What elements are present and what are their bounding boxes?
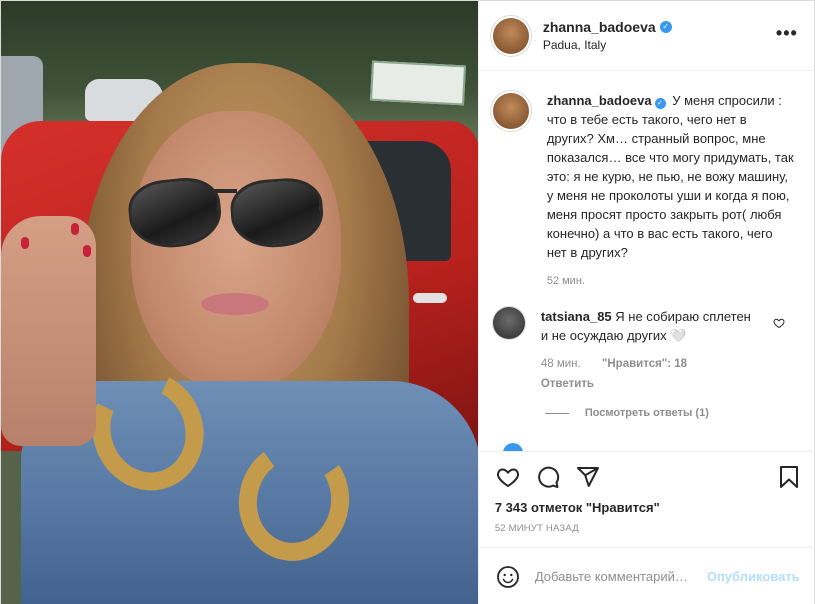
caption: zhanna_badoeva ✓ У меня спросили : что в … bbox=[492, 91, 805, 291]
caption-body: zhanna_badoeva ✓ У меня спросили : что в … bbox=[547, 91, 795, 291]
comment-likes[interactable]: "Нравится": 18 bbox=[602, 358, 687, 370]
caption-text: У меня спросили : что в тебе есть такого… bbox=[546, 93, 794, 260]
view-replies-label: Посмотреть ответы (1) bbox=[584, 407, 709, 419]
header-text: zhanna_badoeva ✓ Padua, Italy bbox=[543, 19, 672, 52]
selfie-scene bbox=[1, 1, 478, 604]
username-row: zhanna_badoeva ✓ bbox=[543, 19, 672, 35]
more-options-icon[interactable]: ••• bbox=[776, 23, 798, 44]
red-car-handle bbox=[413, 293, 447, 303]
caption-username[interactable]: zhanna_badoeva bbox=[547, 93, 652, 108]
caption-timestamp[interactable]: 52 мин. bbox=[547, 272, 795, 291]
sunglasses-bridge bbox=[213, 189, 237, 193]
next-comment-avatar bbox=[502, 443, 523, 451]
likes-count[interactable]: 7 343 отметок "Нравится" bbox=[495, 500, 660, 515]
verified-badge-icon: ✓ bbox=[659, 21, 672, 33]
post-timestamp[interactable]: 52 МИНУТ НАЗАД bbox=[495, 523, 579, 534]
publish-button[interactable]: Опубликовать bbox=[707, 569, 800, 584]
comment-input[interactable] bbox=[534, 569, 703, 584]
view-replies-button[interactable]: Посмотреть ответы (1) bbox=[544, 407, 709, 419]
fingernail bbox=[21, 237, 29, 249]
emoji-icon[interactable] bbox=[495, 564, 521, 590]
instagram-post: zhanna_badoeva ✓ Padua, Italy ••• zhanna… bbox=[0, 0, 815, 604]
header-username[interactable]: zhanna_badoeva bbox=[543, 19, 656, 35]
comment-meta: 48 мин. "Нравится": 18 Ответить bbox=[541, 355, 761, 394]
commenter-username[interactable]: tatsiana_85 bbox=[541, 309, 612, 324]
road-sign bbox=[370, 60, 466, 106]
comment-like-heart-icon[interactable] bbox=[773, 317, 785, 332]
comments-section[interactable]: zhanna_badoeva ✓ У меня спросили : что в … bbox=[479, 71, 815, 451]
location-link[interactable]: Padua, Italy bbox=[543, 38, 672, 52]
comment-body: tatsiana_85 Я не собираю сплетен и не ос… bbox=[541, 307, 761, 394]
post-header: zhanna_badoeva ✓ Padua, Italy ••• bbox=[478, 1, 815, 71]
add-comment-bar: Опубликовать bbox=[478, 547, 815, 604]
fingernail bbox=[71, 223, 79, 235]
comment-timestamp[interactable]: 48 мин. bbox=[541, 358, 581, 370]
raised-hand bbox=[1, 216, 96, 446]
lips bbox=[201, 293, 269, 315]
avatar[interactable] bbox=[492, 17, 529, 54]
divider-line bbox=[544, 412, 569, 414]
post-side-panel: zhanna_badoeva ✓ Padua, Italy ••• zhanna… bbox=[477, 1, 815, 604]
fingernail bbox=[83, 245, 91, 257]
post-actions: 7 343 отметок "Нравится" 52 МИНУТ НАЗАД bbox=[478, 451, 815, 547]
share-icon[interactable] bbox=[575, 464, 601, 490]
reply-button[interactable]: Ответить bbox=[541, 375, 761, 394]
post-photo[interactable] bbox=[1, 1, 478, 604]
commenter-avatar[interactable] bbox=[492, 307, 525, 339]
bookmark-icon[interactable] bbox=[776, 464, 802, 490]
face bbox=[131, 111, 341, 391]
action-icons bbox=[495, 464, 601, 490]
heart-icon[interactable] bbox=[495, 464, 521, 490]
verified-badge-icon: ✓ bbox=[654, 98, 666, 109]
caption-avatar[interactable] bbox=[492, 93, 529, 129]
comment-item: tatsiana_85 Я не собираю сплетен и не ос… bbox=[492, 307, 805, 394]
comment-icon[interactable] bbox=[535, 464, 561, 490]
